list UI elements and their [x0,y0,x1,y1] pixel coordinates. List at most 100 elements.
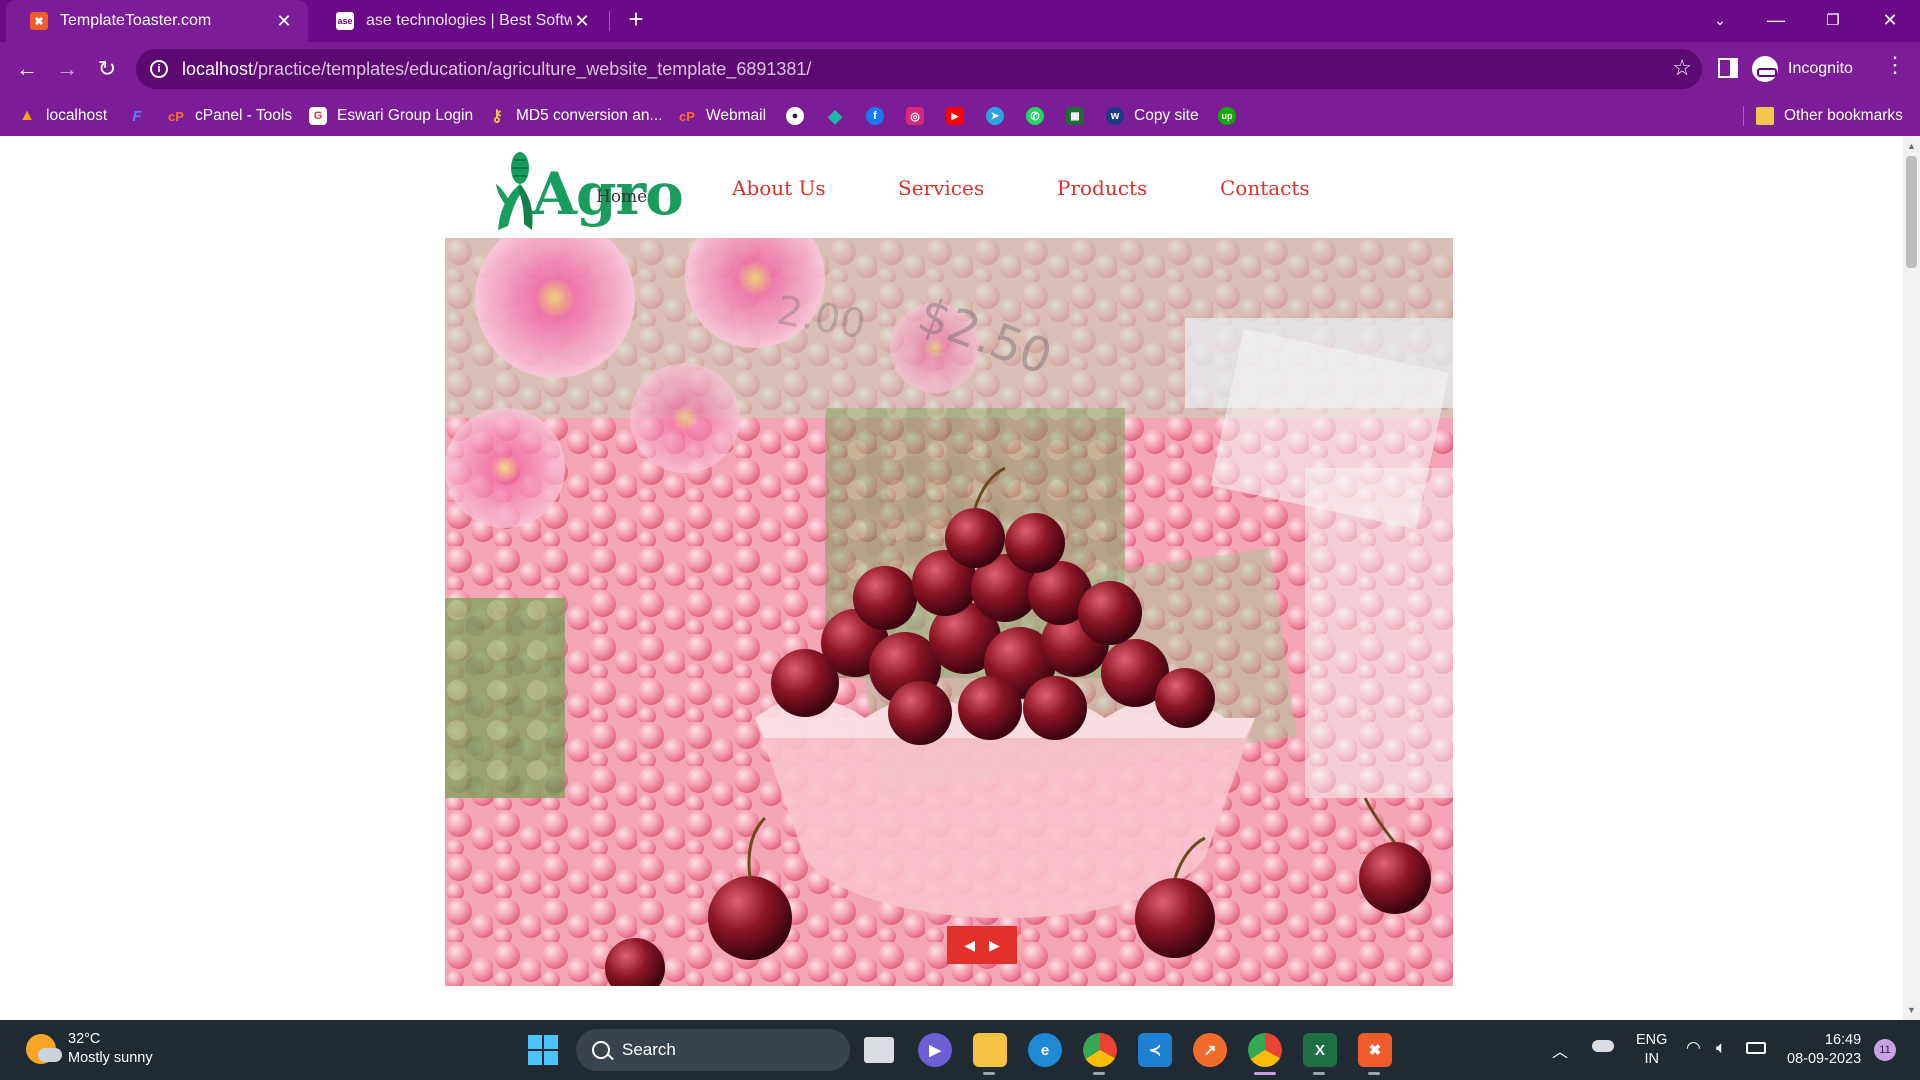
tab-title: ase technologies | Best Software [366,12,572,29]
notification-badge[interactable]: 11 [1874,1039,1896,1061]
bookmark-github[interactable]: ● [786,100,804,132]
running-indicator [1093,1072,1105,1075]
running-indicator [1368,1072,1380,1075]
incognito-icon [1752,56,1778,82]
new-tab-button[interactable]: + [622,6,650,34]
other-bookmarks-folder[interactable]: Other bookmarks [1756,100,1903,132]
clock[interactable]: 16:49 08-09-2023 [1787,1031,1861,1069]
taskbar-search[interactable]: Search [576,1029,850,1071]
scroll-up-icon[interactable]: ▲ [1903,138,1920,154]
tab-search-icon[interactable]: ⌄ [1692,0,1748,40]
bookmark-f[interactable]: F [128,100,146,132]
bookmark-webmail[interactable]: cP Webmail [678,100,766,132]
close-tab-icon[interactable]: ✕ [274,11,294,32]
sheet-icon: ▦ [1066,107,1084,125]
bookmark-telegram[interactable]: ➤ [986,100,1004,132]
side-panel-icon[interactable] [1718,58,1738,78]
ase-icon: ase [336,12,354,30]
folder-icon [1756,107,1774,125]
volume-icon[interactable]: 🔈︎ [1716,1038,1726,1058]
facebook-icon: f [866,107,884,125]
file-explorer-icon[interactable] [973,1033,1007,1067]
url-text[interactable]: localhost/practice/templates/education/a… [182,59,811,80]
g-icon: G [309,107,327,125]
close-window-button[interactable]: ✕ [1862,0,1918,40]
bookmark-diamond[interactable]: ◆ [826,100,844,132]
w-icon: w [1106,107,1124,125]
chrome-icon[interactable] [1083,1033,1117,1067]
bookmarks-separator [1743,106,1744,126]
tab-templatetoaster[interactable]: ✖ TemplateToaster.com ✕ [6,0,308,42]
nav-about-us[interactable]: About Us [732,176,826,200]
bookmarks-bar: ▲ localhost F cP cPanel - Tools G Eswari… [0,96,1920,136]
running-indicator [1313,1072,1325,1075]
language-indicator[interactable]: ENG IN [1636,1031,1667,1069]
slider-next-button[interactable]: ▶ [989,937,1000,954]
site-info-icon[interactable]: i [150,60,168,78]
cpanel-icon: cP [168,108,184,124]
bookmark-facebook[interactable]: f [866,100,884,132]
scroll-down-icon[interactable]: ▼ [1903,1002,1920,1018]
upwork-icon: up [1218,107,1236,125]
back-button[interactable]: ← [9,51,45,87]
page-viewport: Agro Home About Us Services Products Con… [0,136,1920,1020]
restore-button[interactable]: ❐ [1805,0,1861,40]
diamond-icon: ◆ [828,105,842,126]
home-link[interactable]: Home [596,187,647,207]
f-icon: F [132,107,142,125]
tab-ase-technologies[interactable]: ase ase technologies | Best Software ✕ [312,0,606,42]
reload-button[interactable]: ↻ [89,51,125,87]
page-scrollbar[interactable]: ▲ ▼ [1903,136,1920,1020]
incognito-profile-button[interactable]: Incognito [1752,51,1853,87]
tab-title: TemplateToaster.com [60,12,212,29]
close-tab-icon[interactable]: ✕ [572,11,592,32]
wifi-icon[interactable]: ◠ [1686,1038,1701,1058]
slider-prev-button[interactable]: ◀ [964,937,975,954]
menu-icon[interactable]: ⋮ [1884,52,1906,78]
show-hidden-icons-icon[interactable]: ︿ [1552,1038,1568,1062]
incognito-label: Incognito [1788,60,1853,77]
bookmark-whatsapp[interactable]: ✆ [1026,100,1044,132]
weather-temp: 32°C [68,1031,101,1047]
bookmark-localhost[interactable]: ▲ localhost [18,100,107,132]
minimize-button[interactable]: — [1748,0,1804,40]
bookmark-md5[interactable]: ⚷ MD5 conversion an... [488,100,662,132]
running-indicator [983,1072,995,1075]
github-icon: ● [786,107,804,125]
active-indicator [1254,1072,1276,1075]
scrollbar-thumb[interactable] [1906,156,1917,268]
nav-services[interactable]: Services [898,176,984,200]
bookmark-upwork[interactable]: up [1218,100,1236,132]
cpanel-icon: cP [679,108,695,124]
bookmark-instagram[interactable]: ◎ [906,100,924,132]
task-view-icon[interactable] [864,1037,894,1063]
bookmark-star-icon[interactable]: ☆ [1672,55,1692,81]
bookmark-sheet[interactable]: ▦ [1066,100,1084,132]
weather-widget[interactable]: 32°C Mostly sunny [26,1030,153,1068]
edge-icon[interactable]: e [1028,1033,1062,1067]
battery-icon[interactable] [1746,1042,1766,1054]
hero-slider: $2.50 2.00 ◀ ▶ [445,238,1453,986]
telegram-icon: ➤ [986,107,1004,125]
postman-icon[interactable]: ↗ [1193,1033,1227,1067]
tab-strip: ✖ TemplateToaster.com ✕ ase ase technolo… [0,0,1920,42]
bookmark-copy-site[interactable]: w Copy site [1106,100,1199,132]
site-logo[interactable]: Agro Home [488,146,684,234]
weather-sun-icon [26,1034,62,1064]
vscode-icon[interactable]: ≺ [1138,1033,1172,1067]
search-label: Search [622,1040,676,1059]
nav-products[interactable]: Products [1057,176,1147,200]
windows-start-icon[interactable] [528,1035,558,1065]
forward-button[interactable]: → [49,51,85,87]
teams-icon[interactable]: ▶ [918,1033,952,1067]
xampp-icon: ▲ [19,107,35,124]
onedrive-icon[interactable] [1592,1040,1614,1052]
address-bar[interactable]: i localhost/practice/templates/education… [136,49,1702,89]
chrome-incognito-icon[interactable] [1248,1033,1282,1067]
bookmark-youtube[interactable]: ▶ [946,100,964,132]
templatetoaster-app-icon[interactable]: ✖ [1358,1033,1392,1067]
bookmark-cpanel-tools[interactable]: cP cPanel - Tools [167,100,292,132]
bookmark-eswari-group-login[interactable]: G Eswari Group Login [309,100,473,132]
excel-icon[interactable]: X [1303,1033,1337,1067]
nav-contacts[interactable]: Contacts [1220,176,1310,200]
